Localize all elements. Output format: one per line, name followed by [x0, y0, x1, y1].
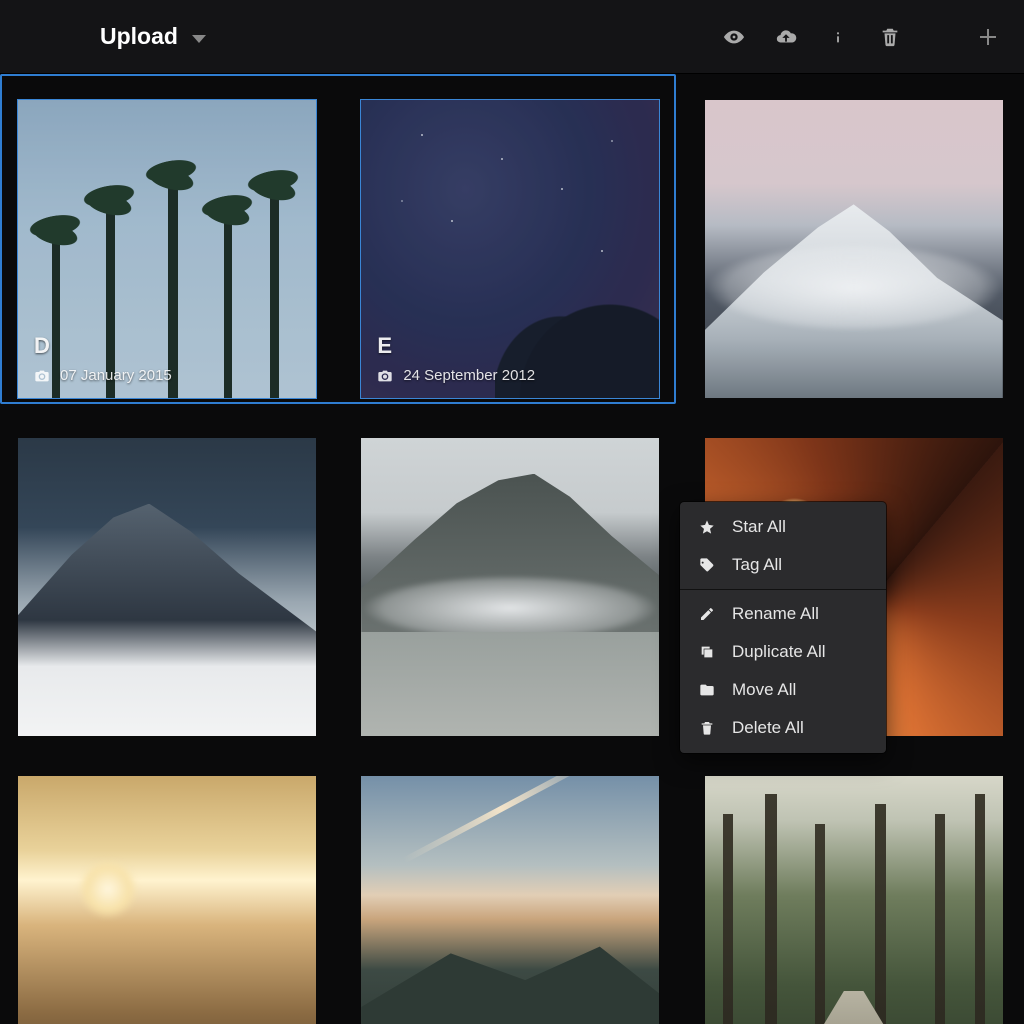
- ctx-label: Move All: [732, 680, 796, 700]
- tag-icon: [698, 556, 716, 574]
- trash-icon: [698, 719, 716, 737]
- tile-letter: E: [377, 333, 643, 359]
- ctx-separator: [680, 589, 886, 590]
- photo-tile[interactable]: E 24 September 2012: [361, 100, 659, 398]
- camera-icon: [377, 369, 393, 383]
- ctx-duplicate-all[interactable]: Duplicate All: [680, 633, 886, 671]
- cloud-up-icon[interactable]: [774, 25, 798, 49]
- photo-tile[interactable]: [361, 776, 659, 1024]
- tile-caption: E 24 September 2012: [361, 323, 659, 398]
- ctx-star-all[interactable]: Star All: [680, 508, 886, 546]
- tile-date: 07 January 2015: [60, 367, 172, 384]
- photo-tile[interactable]: D 07 January 2015: [18, 100, 316, 398]
- photo-tile[interactable]: [705, 776, 1003, 1024]
- ctx-label: Delete All: [732, 718, 804, 738]
- pencil-icon: [698, 605, 716, 623]
- plus-icon[interactable]: [976, 25, 1000, 49]
- info-icon[interactable]: [826, 25, 850, 49]
- upload-button[interactable]: Upload: [100, 23, 206, 50]
- context-menu: Star All Tag All Rename All Duplicate Al…: [680, 502, 886, 753]
- ctx-rename-all[interactable]: Rename All: [680, 595, 886, 633]
- ctx-label: Rename All: [732, 604, 819, 624]
- ctx-tag-all[interactable]: Tag All: [680, 546, 886, 584]
- trash-icon[interactable]: [878, 25, 902, 49]
- photo-tile[interactable]: [361, 438, 659, 736]
- ctx-label: Duplicate All: [732, 642, 826, 662]
- star-icon: [698, 518, 716, 536]
- chevron-down-icon: [192, 35, 206, 43]
- tile-date: 24 September 2012: [403, 367, 535, 384]
- tile-letter: D: [34, 333, 300, 359]
- ctx-label: Tag All: [732, 555, 782, 575]
- folder-icon: [698, 681, 716, 699]
- toolbar: Upload: [0, 0, 1024, 74]
- duplicate-icon: [698, 643, 716, 661]
- photo-tile[interactable]: [18, 438, 316, 736]
- ctx-delete-all[interactable]: Delete All: [680, 709, 886, 747]
- ctx-move-all[interactable]: Move All: [680, 671, 886, 709]
- camera-icon: [34, 369, 50, 383]
- ctx-label: Star All: [732, 517, 786, 537]
- photo-grid: D 07 January 2015 E 24 September 2012: [0, 74, 1024, 1024]
- photo-tile[interactable]: [18, 776, 316, 1024]
- eye-icon[interactable]: [722, 25, 746, 49]
- upload-label: Upload: [100, 23, 178, 50]
- photo-tile[interactable]: [705, 100, 1003, 398]
- tile-caption: D 07 January 2015: [18, 323, 316, 398]
